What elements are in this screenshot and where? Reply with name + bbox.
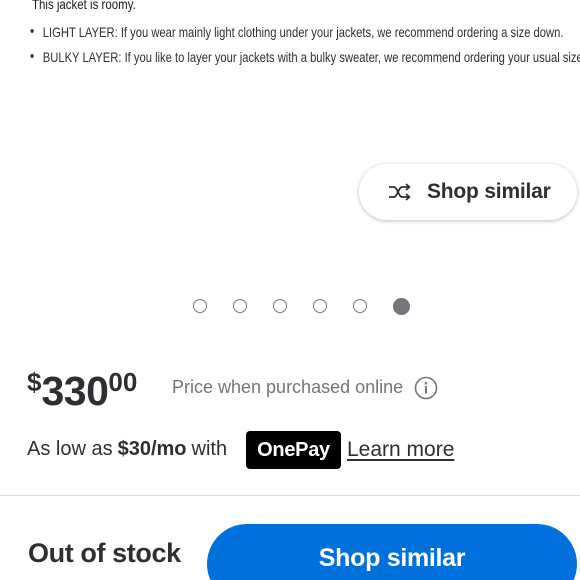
fit-note-label: BULKY LAYER: — [42, 49, 122, 65]
fit-note-text: If you wear mainly light clothing under … — [120, 24, 564, 40]
info-icon[interactable] — [414, 376, 438, 400]
fit-note-bulky-layer: BULKY LAYER: If you like to layer your j… — [30, 47, 580, 72]
financing-amount: $30/mo — [117, 438, 187, 460]
fit-note-label: LIGHT LAYER: — [42, 24, 118, 40]
carousel-dot-4[interactable] — [313, 299, 327, 313]
price-currency: $ — [27, 367, 42, 397]
carousel-dot-2[interactable] — [233, 299, 247, 313]
carousel-dot-6-active[interactable] — [393, 297, 410, 315]
shop-similar-button-label: Shop similar — [318, 544, 466, 572]
stock-status: Out of stock — [28, 538, 181, 568]
carousel-dot-1[interactable] — [193, 299, 207, 313]
shop-similar-button[interactable]: Shop similar — [207, 524, 577, 580]
fit-notes-list: LIGHT LAYER: If you wear mainly light cl… — [30, 22, 580, 72]
financing-prefix: As low as — [27, 438, 113, 460]
carousel-pagination — [193, 297, 410, 315]
divider — [0, 495, 580, 496]
onepay-logo: OnePay — [246, 431, 341, 469]
product-price: $ 330 00 — [27, 364, 137, 415]
fit-note-text: If you like to layer your jackets with a… — [124, 49, 580, 65]
carousel-dot-5[interactable] — [353, 299, 367, 313]
shuffle-icon — [389, 183, 411, 201]
price-note: Price when purchased online — [172, 377, 404, 397]
price-cents: 00 — [108, 367, 138, 397]
shop-similar-label: Shop similar — [427, 180, 551, 203]
financing-text: As low as $30/mo with — [27, 438, 227, 461]
financing-with: with — [191, 438, 228, 460]
fit-note-light-layer: LIGHT LAYER: If you wear mainly light cl… — [30, 22, 563, 47]
shop-similar-floating-button[interactable]: Shop similar — [359, 164, 577, 220]
learn-more-link[interactable]: Learn more — [347, 438, 454, 462]
price-whole: 330 — [41, 368, 109, 414]
carousel-dot-3[interactable] — [273, 299, 287, 313]
fit-intro: This jacket is roomy. — [32, 0, 136, 12]
